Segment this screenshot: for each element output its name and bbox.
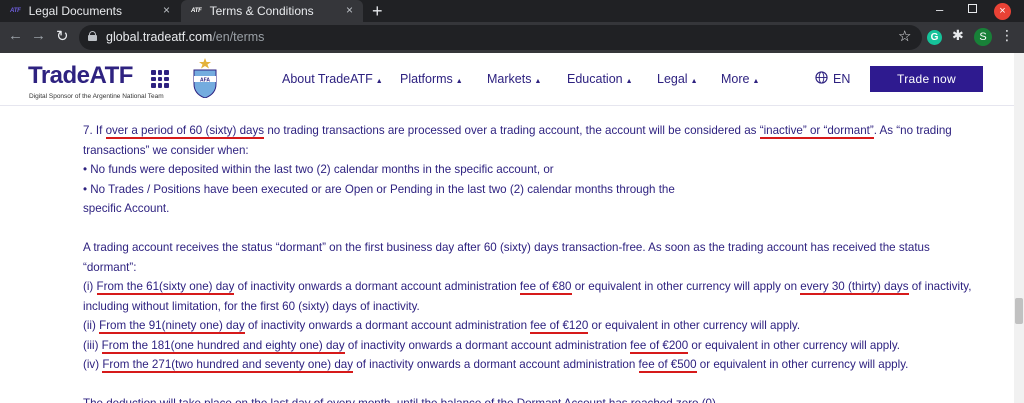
nav-about-tradeatf[interactable]: About TradeATF ▲ xyxy=(282,72,383,86)
deduction-note: The deduction will take place on the las… xyxy=(83,394,1003,403)
afa-crest-icon: AFA xyxy=(193,58,217,98)
fee-item-iv: (iv) From the 271(two hundred and sevent… xyxy=(83,355,1003,375)
tab-close-icon[interactable]: × xyxy=(163,3,170,17)
browser-toolbar: ← → ↻ global.tradeatf.com/en/terms xyxy=(0,22,1024,53)
nav-label: Platforms xyxy=(400,72,453,86)
tab-terms-conditions[interactable]: ATF Terms & Conditions × xyxy=(181,0,363,22)
highlighted-text: fee of €500 xyxy=(638,358,697,373)
text: (ii) xyxy=(83,319,100,332)
language-selector[interactable]: EN xyxy=(833,72,850,86)
text: of inactivity onwards a dormant account … xyxy=(344,338,631,352)
nav-label: Legal xyxy=(657,72,688,86)
window-close-icon[interactable]: × xyxy=(994,3,1011,20)
fee-item-i-cont: including without limitation, for the fi… xyxy=(83,299,420,313)
highlighted-text: From the 91(ninety one) day xyxy=(99,319,245,334)
nav-more[interactable]: More ▲ xyxy=(721,72,759,86)
scrollbar-thumb[interactable] xyxy=(1015,298,1023,324)
window-minimize-icon[interactable]: – xyxy=(936,2,943,17)
highlighted-text: over a period of 60 (sixty) days xyxy=(105,124,265,139)
tab-legal-documents[interactable]: ATF Legal Documents × xyxy=(0,0,180,22)
text: of inactivity onwards a dormant account … xyxy=(353,358,639,371)
nav-label: Education xyxy=(567,72,623,86)
highlighted-text: every 30 (thirty) days xyxy=(800,280,909,295)
page-scrollbar[interactable] xyxy=(1014,53,1024,403)
nav-label: More xyxy=(721,72,750,86)
highlighted-text: From the 181(one hundred and eighty one)… xyxy=(101,338,345,354)
text: of inactivity onwards a dormant account … xyxy=(244,319,531,332)
url-domain: global.tradeatf.com xyxy=(106,30,213,44)
nav-label: Markets xyxy=(487,72,532,86)
chevron-up-icon: ▲ xyxy=(625,78,633,85)
lock-icon[interactable] xyxy=(88,31,97,41)
highlighted-text: “inactive” or “dormant” xyxy=(759,124,874,139)
text: or equivalent in other currency will app… xyxy=(688,338,900,352)
chevron-up-icon: ▲ xyxy=(534,78,542,85)
text: of inactivity, xyxy=(908,280,972,293)
text: 7. If xyxy=(83,124,106,137)
text: no trading transactions are processed ov… xyxy=(264,124,760,137)
chevron-up-icon: ▲ xyxy=(455,78,463,85)
back-icon[interactable]: ← xyxy=(8,27,23,44)
forward-icon[interactable]: → xyxy=(31,27,46,44)
text: or equivalent in other currency will app… xyxy=(588,319,801,332)
highlighted-text: fee of €120 xyxy=(530,319,589,334)
dormant-intro-line-1: A trading account receives the status “d… xyxy=(83,241,930,254)
chevron-up-icon: ▲ xyxy=(752,78,760,85)
clause-7-bullet-1: • No funds were deposited within the las… xyxy=(83,163,554,176)
trade-now-button[interactable]: Trade now xyxy=(870,66,983,92)
tab-title: Terms & Conditions xyxy=(209,4,314,18)
url-path: /en/terms xyxy=(212,30,265,44)
profile-avatar[interactable]: S xyxy=(974,28,992,46)
text: or equivalent in other currency will app… xyxy=(571,280,801,293)
grammarly-icon[interactable]: G xyxy=(927,30,942,45)
chevron-up-icon: ▲ xyxy=(690,78,698,85)
logo-tagline: Digital Sponsor of the Argentine Nationa… xyxy=(29,93,164,100)
clause-7-bullet-2: • No Trades / Positions have been execut… xyxy=(83,182,675,196)
clause-7-bullet-2-cont: specific Account. xyxy=(83,202,170,215)
globe-icon[interactable] xyxy=(815,71,828,84)
url-text[interactable]: global.tradeatf.com/en/terms xyxy=(106,30,264,44)
tradeatf-favicon-icon: ATF xyxy=(191,8,202,14)
address-bar[interactable]: global.tradeatf.com/en/terms xyxy=(79,25,922,50)
site-logo[interactable]: TradeATF xyxy=(28,62,133,90)
svg-text:AFA: AFA xyxy=(200,77,210,83)
bookmark-star-icon[interactable]: ☆ xyxy=(898,27,911,45)
fee-item-iii: (iii) From the 181(one hundred and eight… xyxy=(83,336,1003,356)
tab-close-icon[interactable]: × xyxy=(346,3,353,17)
text: (i) xyxy=(83,280,97,293)
text: or equivalent in other currency will app… xyxy=(696,358,909,371)
window-maximize-icon[interactable] xyxy=(968,4,977,13)
highlighted-text: fee of €200 xyxy=(630,338,689,354)
text: (iv) xyxy=(83,358,103,371)
tab-title: Legal Documents xyxy=(28,4,123,18)
nav-markets[interactable]: Markets ▲ xyxy=(487,72,541,86)
extensions-icon[interactable]: ✱ xyxy=(952,27,964,44)
menu-icon[interactable]: ⋮ xyxy=(1000,27,1014,44)
tradeatf-favicon-icon: ATF xyxy=(10,8,21,14)
dormant-intro-line-2: “dormant”: xyxy=(83,260,137,274)
highlighted-text: fee of €80 xyxy=(519,280,572,295)
clause-7-line-1: 7. If over a period of 60 (sixty) days n… xyxy=(83,121,1003,141)
fee-item-i: (i) From the 61(sixty one) day of inacti… xyxy=(83,277,1003,297)
nav-education[interactable]: Education ▲ xyxy=(567,72,633,86)
new-tab-button[interactable]: + xyxy=(372,1,383,21)
text: (iii) xyxy=(83,338,102,352)
clause-7-line-2: transactions” we consider when: xyxy=(83,143,249,157)
logo-grid-icon xyxy=(151,70,169,88)
text: of inactivity onwards a dormant account … xyxy=(234,280,520,293)
chevron-up-icon: ▲ xyxy=(375,78,383,85)
nav-platforms[interactable]: Platforms ▲ xyxy=(400,72,463,86)
text: . As “no trading xyxy=(873,124,952,137)
browser-tab-strip: ATF Legal Documents × ATF Terms & Condit… xyxy=(0,0,1024,22)
reload-icon[interactable]: ↻ xyxy=(56,27,69,45)
highlighted-text: From the 61(sixty one) day xyxy=(96,280,235,295)
fee-item-ii: (ii) From the 91(ninety one) day of inac… xyxy=(83,316,1003,336)
nav-label: About TradeATF xyxy=(282,72,373,86)
terms-content: 7. If over a period of 60 (sixty) days n… xyxy=(83,121,1003,403)
nav-legal[interactable]: Legal ▲ xyxy=(657,72,698,86)
highlighted-text: From the 271(two hundred and seventy one… xyxy=(102,358,354,373)
